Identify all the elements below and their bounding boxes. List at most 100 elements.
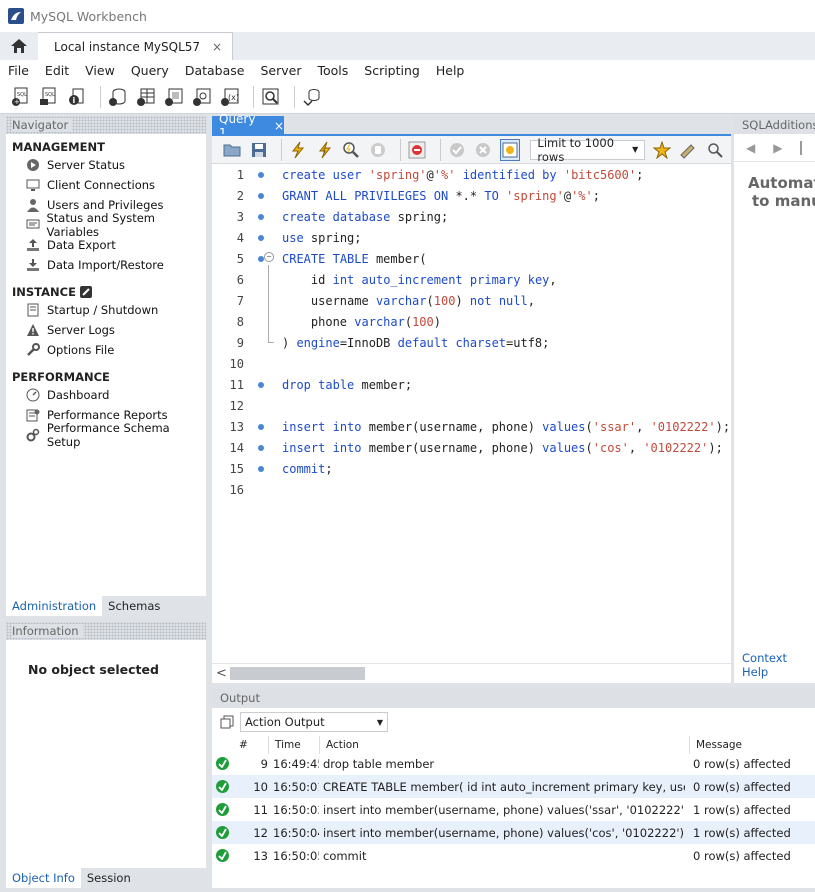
sql-editor[interactable]: 1 create user 'spring'@'%' identified by … [212,164,731,663]
connection-tab[interactable]: Local instance MySQL57 × [38,32,234,60]
close-icon[interactable]: × [212,40,222,54]
tab-session[interactable]: Session [81,868,137,888]
create-view-button[interactable] [163,86,185,108]
create-schema-button[interactable] [107,86,129,108]
editor-line[interactable]: 4 use spring; [212,227,731,248]
editor-line[interactable]: 10 [212,353,731,374]
cell-num: 11 [253,802,268,817]
tab-administration[interactable]: Administration [6,596,103,616]
code-text: username varchar(100) not null, [310,293,535,308]
close-icon[interactable]: × [274,119,284,133]
horizontal-scrollbar[interactable]: < [212,663,731,683]
output-type-select[interactable]: Action Output ▼ [240,712,388,732]
table-row[interactable]: 11 16:50:03 insert into member(username, p… [212,798,815,821]
explain-button[interactable] [341,139,362,161]
save-button[interactable] [249,139,270,161]
search-table-data-button[interactable] [260,86,282,108]
table-row[interactable]: 13 16:50:05 commit 0 row(s) affected [212,844,815,867]
table-row[interactable]: 12 16:50:04 insert into member(username, p… [212,821,815,844]
tab-query-1[interactable]: Query 1 × [212,112,284,140]
open-file-button[interactable] [222,139,243,161]
nav-item-label: Server Logs [47,323,115,337]
home-tab[interactable] [0,32,38,60]
inspector-button[interactable]: i [66,86,88,108]
commit-button[interactable] [447,139,468,161]
beautify-button[interactable] [678,139,699,161]
execute-current-button[interactable]: I [315,139,336,161]
menu-database[interactable]: Database [177,63,253,78]
new-sql-tab-button[interactable]: SQL + [10,86,32,108]
toggle-continue-on-error-button[interactable] [407,139,428,161]
star-plus-icon [652,140,671,159]
editor-line[interactable]: 8 phone varchar(100) [212,311,731,332]
open-sql-script-button[interactable]: SQL [38,86,60,108]
find-button[interactable] [704,139,725,161]
table-row[interactable]: 9 16:49:45 drop table member 0 row(s) affec… [212,752,815,775]
svg-text:+: + [14,98,20,106]
rollback-button[interactable] [473,139,494,161]
stop-on-error-icon [408,141,426,158]
nav-item-status-variables[interactable]: Status and System Variables [6,211,206,239]
snippet-icon[interactable] [800,140,803,155]
connection-tab-bar: Local instance MySQL57 × [0,32,815,60]
nav-item-label: Status and System Variables [46,211,155,239]
scrollbar-thumb[interactable] [230,667,365,680]
nav-item-performance-schema-setup[interactable]: Performance Schema Setup [6,421,206,449]
limit-rows-select[interactable]: Limit to 1000 rows ▼ [530,136,646,164]
table-row[interactable]: 10 16:50:01 CREATE TABLE member( id int au… [212,775,815,798]
sql-additions-header: SQLAdditions [734,116,815,134]
tab-context-help[interactable]: Context Help [742,651,815,679]
create-function-button[interactable]: (x) [219,86,241,108]
menu-server[interactable]: Server [252,63,309,78]
create-table-button[interactable] [135,86,157,108]
menu-tools[interactable]: Tools [309,63,356,78]
editor-line[interactable]: 1 create user 'spring'@'%' identified by … [212,164,731,185]
warning-icon [25,322,41,338]
add-snippet-button[interactable] [651,139,672,161]
editor-line[interactable]: 9) engine=InnoDB default charset=utf8; [212,332,731,353]
editor-line[interactable]: 7 username varchar(100) not null, [212,290,731,311]
cell-message: 0 row(s) affected [693,756,791,771]
statement-marker-icon [258,381,264,388]
menu-help[interactable]: Help [428,63,473,78]
nav-item-data-import[interactable]: Data Import/Restore [6,255,206,275]
menu-edit[interactable]: Edit [37,63,77,78]
editor-line[interactable]: 16 [212,479,731,500]
menu-scripting[interactable]: Scripting [356,63,428,78]
editor-line[interactable]: 2 GRANT ALL PRIVILEGES ON *.* TO 'spring'… [212,185,731,206]
nav-item-options-file[interactable]: Options File [6,340,206,360]
reconnect-button[interactable] [301,86,323,108]
autocommit-toggle[interactable] [499,138,521,161]
copy-output-icon[interactable] [220,715,234,729]
fold-toggle-icon[interactable]: − [264,252,274,262]
function-plus-icon: (x) [221,88,239,106]
forward-arrow-icon[interactable]: ▶ [773,141,782,155]
editor-line[interactable]: 5 CREATE TABLE member( [212,248,731,269]
search-data-icon [262,88,279,104]
scroll-left-icon[interactable]: < [216,666,227,681]
execute-button[interactable] [288,139,309,161]
back-arrow-icon[interactable]: ◀ [746,141,755,155]
stop-button[interactable] [368,139,389,161]
editor-line[interactable]: 15 commit; [212,458,731,479]
tab-object-info[interactable]: Object Info [6,868,81,888]
menu-view[interactable]: View [77,63,123,78]
editor-line[interactable]: 6 id int auto_increment primary key, [212,269,731,290]
editor-line[interactable]: 11 drop table member; [212,374,731,395]
svg-text:I: I [323,147,325,155]
editor-line[interactable]: 13 insert into member(username, phone) va… [212,416,731,437]
tab-schemas[interactable]: Schemas [102,596,166,616]
nav-item-dashboard[interactable]: Dashboard [6,385,206,405]
menu-file[interactable]: File [0,63,37,78]
menu-query[interactable]: Query [123,63,177,78]
nav-item-startup-shutdown[interactable]: Startup / Shutdown [6,300,206,320]
create-procedure-button[interactable] [191,86,213,108]
nav-item-server-logs[interactable]: Server Logs [6,320,206,340]
nav-item-client-connections[interactable]: Client Connections [6,175,206,195]
editor-line[interactable]: 3 create database spring; [212,206,731,227]
editor-line[interactable]: 12 [212,395,731,416]
context-help-text: Automat to manu [748,174,815,210]
nav-item-server-status[interactable]: Server Status [6,155,206,175]
editor-line[interactable]: 14 insert into member(username, phone) va… [212,437,731,458]
code-text: GRANT ALL PRIVILEGES ON *.* TO 'spring'@… [282,188,600,203]
